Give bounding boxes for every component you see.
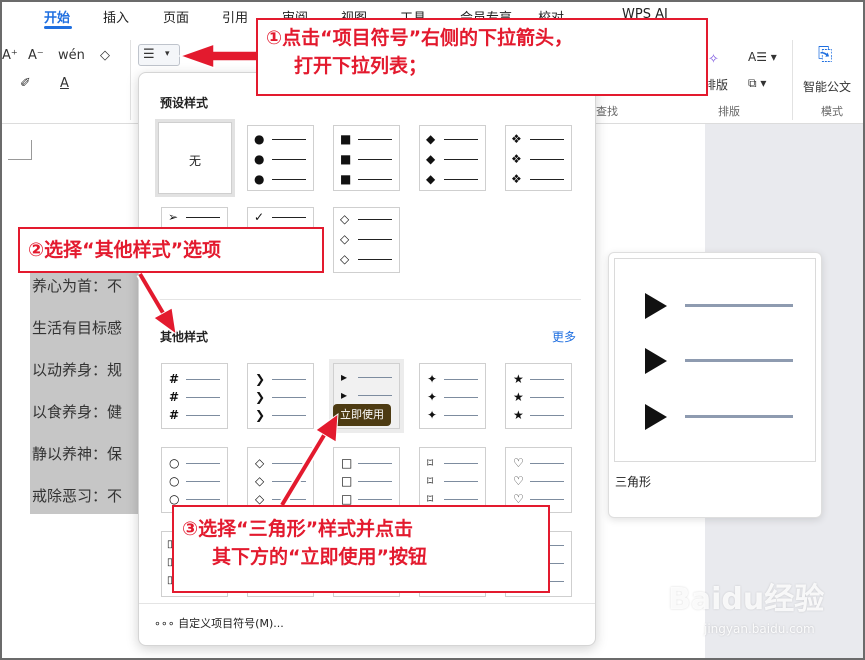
baidu-watermark: Baidu经验 xyxy=(668,582,825,617)
callout-step-2: ②选择“其他样式”选项 xyxy=(18,227,324,273)
callout-step-1: ①点击“项目符号”右侧的下拉箭头， 打开下拉列表； xyxy=(256,18,708,96)
baidu-watermark-url: jingyan.baidu.com xyxy=(704,622,815,636)
callout-step-3: ③选择“三角形”样式并点击 其下方的“立即使用”按钮 xyxy=(172,505,550,593)
